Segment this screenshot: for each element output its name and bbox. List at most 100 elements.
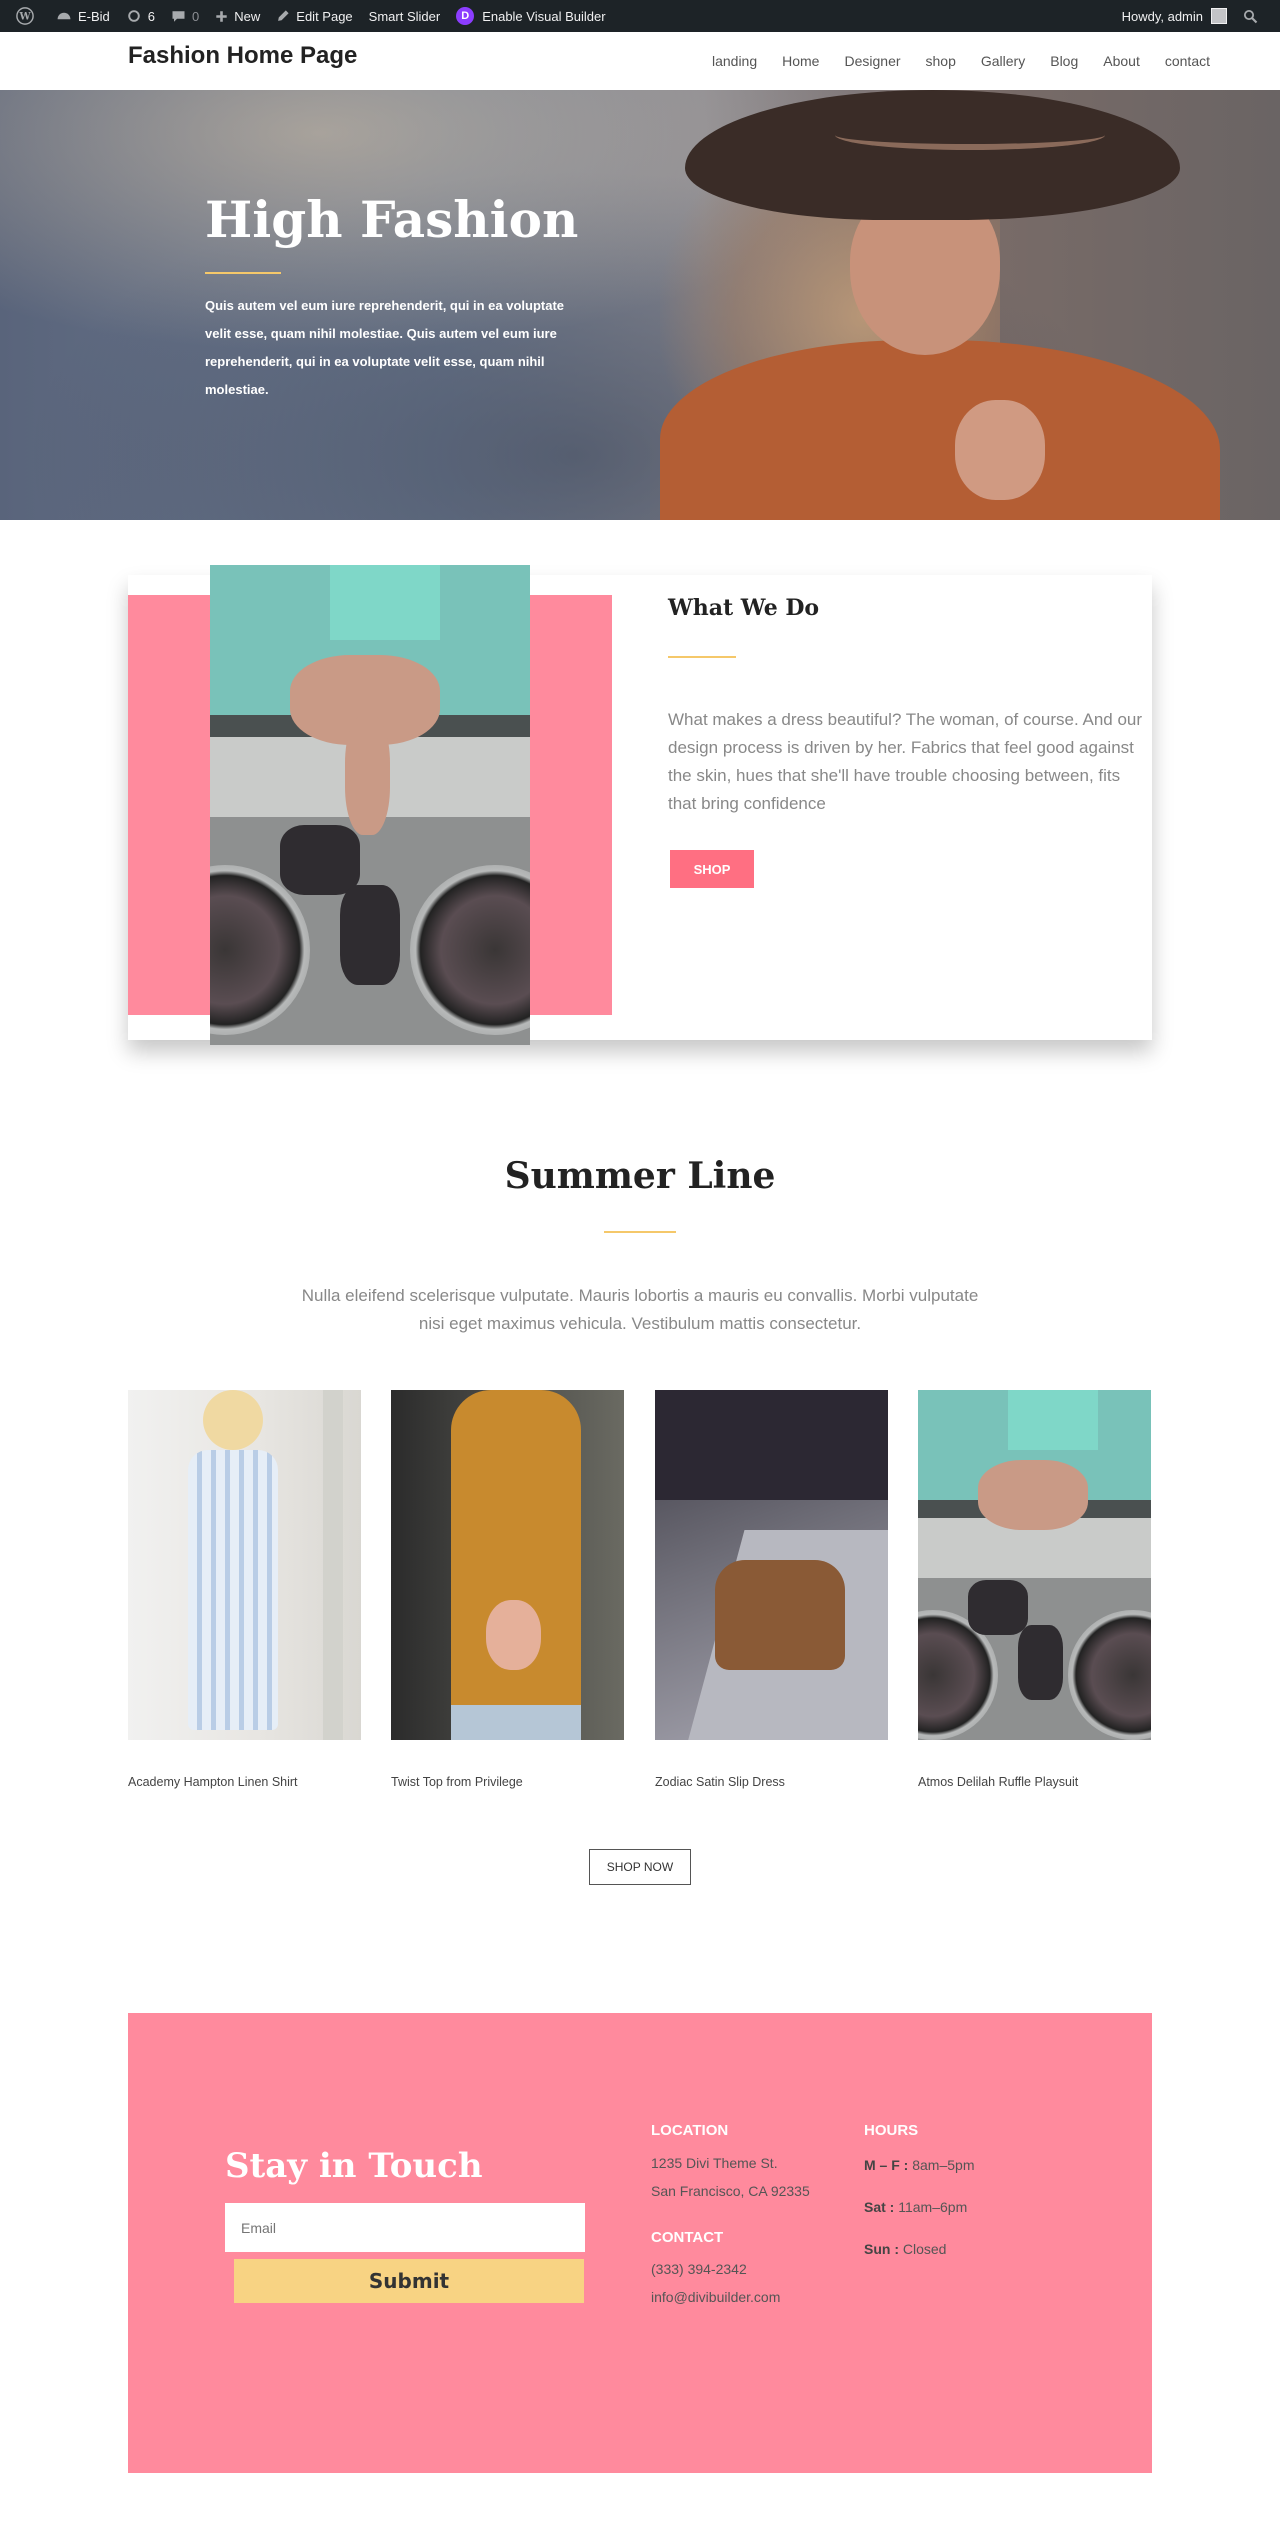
hero-text: Quis autem vel eum iure reprehenderit, q…: [205, 298, 565, 397]
what-we-do-title: What We Do: [668, 595, 820, 621]
address-line-1: 1235 Divi Theme St.: [651, 2155, 778, 2171]
plus-icon: [216, 10, 227, 22]
comments-link[interactable]: 0: [163, 0, 207, 32]
hours-row: Sat : 11am–6pm: [864, 2199, 967, 2215]
hero-image-hand: [955, 400, 1045, 500]
admin-search-button[interactable]: [1235, 0, 1272, 32]
wordpress-logo-icon[interactable]: W: [8, 0, 48, 32]
hours-row: Sun : Closed: [864, 2241, 946, 2257]
submit-button[interactable]: Submit: [234, 2259, 584, 2303]
hours-day: M – F :: [864, 2157, 909, 2173]
product-name[interactable]: Atmos Delilah Ruffle Playsuit: [918, 1775, 1151, 1789]
product-card[interactable]: Atmos Delilah Ruffle Playsuit: [918, 1390, 1151, 1789]
nav-item-landing[interactable]: landing: [712, 53, 757, 69]
contact-email-link[interactable]: info@divibuilder.com: [651, 2289, 780, 2305]
product-boot-right: [1018, 1625, 1063, 1700]
location-heading: LOCATION: [651, 2122, 729, 2139]
summer-line-text: Nulla eleifend scelerisque vulputate. Ma…: [301, 1286, 979, 1333]
product-boot-left: [968, 1580, 1028, 1635]
photo-boot-left: [280, 825, 360, 895]
refresh-icon: [128, 10, 140, 22]
product-figure-hair: [203, 1390, 263, 1450]
product-shirt: [1008, 1390, 1098, 1450]
hours-day: Sun :: [864, 2241, 899, 2257]
hours-day: Sat :: [864, 2199, 895, 2215]
product-card[interactable]: Zodiac Satin Slip Dress: [655, 1390, 888, 1789]
search-icon: [1243, 9, 1258, 23]
nav-item-home[interactable]: Home: [782, 53, 819, 69]
what-we-do-text: What makes a dress beautiful? The woman,…: [668, 710, 1143, 813]
nav-item-blog[interactable]: Blog: [1050, 53, 1078, 69]
product-legs: [978, 1460, 1088, 1530]
hero-title: High Fashion: [205, 190, 579, 249]
nav-item-designer[interactable]: Designer: [844, 53, 900, 69]
shop-button[interactable]: SHOP: [670, 850, 754, 888]
product-name[interactable]: Academy Hampton Linen Shirt: [128, 1775, 361, 1789]
new-content-link[interactable]: New: [207, 0, 268, 32]
greeting-label: Howdy, admin: [1121, 8, 1203, 24]
account-menu[interactable]: Howdy, admin: [1114, 0, 1235, 32]
nav-item-shop[interactable]: shop: [926, 53, 956, 69]
smart-slider-link[interactable]: Smart Slider: [361, 0, 449, 32]
product-name[interactable]: Zodiac Satin Slip Dress: [655, 1775, 888, 1789]
summer-line-divider: [604, 1231, 676, 1233]
nav-item-contact[interactable]: contact: [1165, 53, 1210, 69]
updates-link[interactable]: 6: [118, 0, 163, 32]
hours-row: M – F : 8am–5pm: [864, 2157, 975, 2173]
photo-boot-right: [340, 885, 400, 985]
photo-shin: [345, 715, 390, 835]
product-image[interactable]: [391, 1390, 624, 1740]
phone-number[interactable]: (333) 394-2342: [651, 2261, 747, 2277]
comment-icon: [172, 10, 185, 22]
pencil-icon: [278, 10, 289, 21]
product-figure-hand: [486, 1600, 541, 1670]
product-image[interactable]: [655, 1390, 888, 1740]
hero-section: High Fashion Quis autem vel eum iure rep…: [0, 90, 1280, 520]
email-field[interactable]: [225, 2203, 585, 2252]
site-name-label: E-Bid: [78, 8, 110, 24]
shop-now-button[interactable]: SHOP NOW: [589, 1849, 691, 1885]
new-label: New: [234, 8, 261, 24]
nav-item-about[interactable]: About: [1103, 53, 1140, 69]
dashboard-icon: [57, 12, 71, 20]
nav-item-gallery[interactable]: Gallery: [981, 53, 1025, 69]
site-logo[interactable]: Fashion Home Page: [128, 42, 357, 70]
product-name[interactable]: Twist Top from Privilege: [391, 1775, 624, 1789]
divi-logo-icon: D: [456, 7, 475, 25]
hours-time: Closed: [899, 2241, 947, 2257]
product-card[interactable]: Academy Hampton Linen Shirt: [128, 1390, 361, 1789]
hours-time: 8am–5pm: [908, 2157, 975, 2173]
edit-page-link[interactable]: Edit Page: [268, 0, 360, 32]
hours-time: 11am–6pm: [894, 2199, 968, 2215]
product-figure-legs: [655, 1390, 888, 1500]
svg-text:W: W: [18, 12, 31, 23]
hero-divider: [205, 272, 281, 274]
laundromat-photo: [210, 565, 530, 1045]
photo-shirt: [330, 565, 440, 640]
hours-heading: HOURS: [864, 2122, 919, 2139]
what-we-do-divider: [668, 656, 736, 658]
smart-slider-label: Smart Slider: [368, 8, 441, 24]
product-figure-skirt: [451, 1705, 581, 1740]
avatar: [1211, 8, 1227, 24]
product-image[interactable]: [918, 1390, 1151, 1740]
hero-image-hat-band: [835, 120, 1105, 150]
comments-count: 0: [192, 8, 200, 24]
product-column: [323, 1390, 343, 1740]
site-name-link[interactable]: E-Bid: [48, 0, 118, 32]
admin-bar: W E-Bid 6 0 New Edit Page Smart Slider D…: [0, 0, 1280, 32]
product-figure-dress: [188, 1450, 278, 1730]
product-figure-sweater: [451, 1390, 581, 1720]
address-line-2: San Francisco, CA 92335: [651, 2183, 810, 2199]
main-nav: landing Home Designer shop Gallery Blog …: [687, 32, 1210, 90]
stay-in-touch-title: Stay in Touch: [225, 2146, 483, 2186]
summer-line-title: Summer Line: [504, 1155, 776, 1197]
product-card[interactable]: Twist Top from Privilege: [391, 1390, 624, 1789]
product-image[interactable]: [128, 1390, 361, 1740]
visual-builder-link[interactable]: D Enable Visual Builder: [448, 0, 613, 32]
product-bag: [715, 1560, 845, 1670]
site-header: Fashion Home Page landing Home Designer …: [0, 32, 1280, 90]
updates-count: 6: [147, 8, 156, 24]
contact-heading: CONTACT: [651, 2229, 724, 2246]
visual-builder-label: Enable Visual Builder: [482, 8, 606, 24]
